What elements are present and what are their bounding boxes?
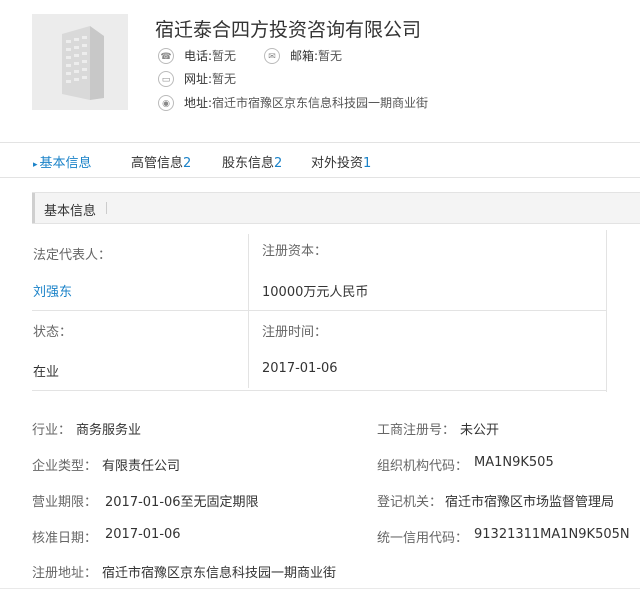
phone-value: 暂无 bbox=[212, 49, 237, 63]
tab-investments[interactable]: 对外投资1 bbox=[311, 152, 371, 171]
tab-label: 对外投资 bbox=[311, 156, 364, 171]
biz-reg-value: 未公开 bbox=[460, 423, 500, 438]
phone-label: 电话: bbox=[184, 49, 213, 63]
tab-label: 基本信息 bbox=[39, 156, 92, 171]
website-icon: ▭ bbox=[158, 70, 174, 87]
tab-bar: ▸ 基本信息 高管信息2 股东信息2 对外投资1 bbox=[0, 142, 640, 178]
reg-addr-value: 宿迁市宿豫区京东信息科技园一期商业街 bbox=[102, 566, 337, 581]
tab-count: 2 bbox=[274, 156, 283, 171]
section-accent-bar bbox=[32, 193, 35, 223]
org-code-label: 组织机构代码： bbox=[377, 459, 469, 474]
tab-executives[interactable]: 高管信息2 bbox=[131, 152, 191, 171]
industry-value: 商务服务业 bbox=[76, 423, 142, 438]
org-code-value: MA1N9K505 bbox=[474, 455, 554, 470]
email-value: 暂无 bbox=[318, 49, 343, 63]
status-value: 在业 bbox=[33, 365, 60, 380]
term-value: 2017-01-06至无固定期限 bbox=[105, 495, 259, 510]
location-icon: ◉ bbox=[158, 94, 174, 111]
website-label: 网址: bbox=[184, 72, 213, 86]
approval-value: 2017-01-06 bbox=[105, 527, 181, 542]
address-label: 地址: bbox=[184, 96, 213, 110]
active-tab-arrow-icon: ▸ bbox=[33, 160, 38, 170]
email-row: ✉ 邮箱: 暂无 bbox=[264, 47, 342, 64]
credit-value: 91321311MA1N9K505N bbox=[474, 527, 630, 542]
type-value: 有限责任公司 bbox=[102, 459, 181, 474]
company-logo bbox=[32, 14, 128, 110]
building-logo-icon bbox=[62, 26, 104, 100]
basic-info-grid: 法定代表人： 刘强东 注册资本： 10000万元人民币 状态： 在业 注册时间：… bbox=[32, 230, 607, 392]
authority-label: 登记机关： bbox=[377, 495, 443, 510]
address-value: 宿迁市宿豫区京东信息科技园一期商业街 bbox=[212, 96, 429, 110]
tab-count: 2 bbox=[183, 156, 192, 171]
section-title: 基本信息 bbox=[44, 204, 97, 219]
company-name: 宿迁泰合四方投资咨询有限公司 bbox=[155, 19, 422, 41]
reg-addr-label: 注册地址： bbox=[32, 566, 98, 581]
tab-count: 1 bbox=[363, 156, 372, 171]
tab-basic-info[interactable]: ▸ 基本信息 bbox=[33, 152, 92, 171]
term-label: 营业期限： bbox=[32, 495, 98, 510]
status-label: 状态： bbox=[33, 325, 73, 340]
tab-label: 股东信息 bbox=[222, 156, 275, 171]
website-value: 暂无 bbox=[212, 72, 237, 86]
section-header: 基本信息 bbox=[32, 192, 640, 224]
email-icon: ✉ bbox=[264, 47, 280, 64]
address-row: ◉ 地址: 宿迁市宿豫区京东信息科技园一期商业街 bbox=[158, 94, 428, 111]
industry-label: 行业： bbox=[32, 423, 72, 438]
credit-label: 统一信用代码： bbox=[377, 531, 469, 546]
capital-value: 10000万元人民币 bbox=[262, 285, 369, 300]
reg-time-value: 2017-01-06 bbox=[262, 361, 338, 376]
section-divider bbox=[106, 202, 107, 214]
tab-shareholders[interactable]: 股东信息2 bbox=[222, 152, 282, 171]
email-label: 邮箱: bbox=[290, 49, 319, 63]
biz-reg-label: 工商注册号： bbox=[377, 423, 456, 438]
type-label: 企业类型： bbox=[32, 459, 98, 474]
authority-value: 宿迁市宿豫区市场监督管理局 bbox=[445, 495, 615, 510]
phone-icon: ☎ bbox=[158, 47, 174, 64]
website-row: ▭ 网址: 暂无 bbox=[158, 70, 236, 87]
approval-label: 核准日期： bbox=[32, 531, 98, 546]
legal-rep-label: 法定代表人： bbox=[33, 248, 112, 263]
legal-rep-link[interactable]: 刘强东 bbox=[33, 281, 72, 300]
phone-row: ☎ 电话: 暂无 bbox=[158, 47, 236, 64]
reg-time-label: 注册时间： bbox=[262, 325, 328, 340]
capital-label: 注册资本： bbox=[262, 244, 328, 259]
tab-label: 高管信息 bbox=[131, 156, 184, 171]
